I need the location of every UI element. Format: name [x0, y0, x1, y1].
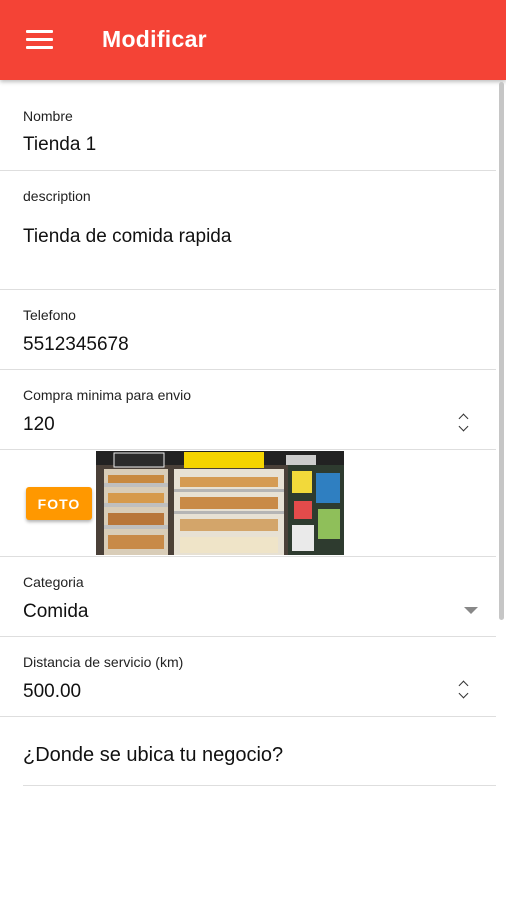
- location-prompt[interactable]: ¿Donde se ubica tu negocio?: [23, 744, 283, 767]
- nombre-field[interactable]: Nombre Tienda 1: [0, 80, 496, 171]
- chevron-down-icon[interactable]: [458, 421, 469, 432]
- nombre-label: Nombre: [23, 108, 73, 124]
- distancia-stepper[interactable]: [458, 677, 470, 703]
- description-label: description: [23, 188, 91, 204]
- telefono-field[interactable]: Telefono 5512345678: [0, 290, 496, 370]
- compra-minima-field[interactable]: Compra minima para envio 120: [0, 370, 496, 450]
- distancia-label: Distancia de servicio (km): [23, 654, 184, 670]
- telefono-value[interactable]: 5512345678: [23, 334, 129, 356]
- menu-icon[interactable]: [26, 30, 53, 50]
- distancia-value[interactable]: 500.00: [23, 681, 81, 703]
- store-photo-image: [96, 451, 344, 555]
- location-divider: [23, 785, 496, 786]
- app-bar: Modificar: [0, 0, 506, 80]
- compra-minima-value[interactable]: 120: [23, 414, 55, 436]
- scrollbar[interactable]: [499, 82, 504, 620]
- foto-button[interactable]: FOTO: [26, 487, 92, 520]
- nombre-value[interactable]: Tienda 1: [23, 134, 96, 156]
- compra-minima-label: Compra minima para envio: [23, 387, 192, 403]
- store-photo: [96, 451, 344, 555]
- dropdown-arrow-icon[interactable]: [464, 607, 478, 614]
- categoria-label: Categoria: [23, 574, 84, 590]
- categoria-field[interactable]: Categoria Comida: [0, 557, 496, 637]
- compra-minima-stepper[interactable]: [458, 410, 470, 436]
- telefono-label: Telefono: [23, 307, 76, 323]
- categoria-value[interactable]: Comida: [23, 601, 88, 623]
- description-field[interactable]: description Tienda de comida rapida: [0, 171, 496, 290]
- page-title: Modificar: [102, 26, 207, 52]
- chevron-down-icon[interactable]: [458, 688, 469, 699]
- description-value[interactable]: Tienda de comida rapida: [23, 226, 231, 248]
- distancia-field[interactable]: Distancia de servicio (km) 500.00: [0, 637, 496, 717]
